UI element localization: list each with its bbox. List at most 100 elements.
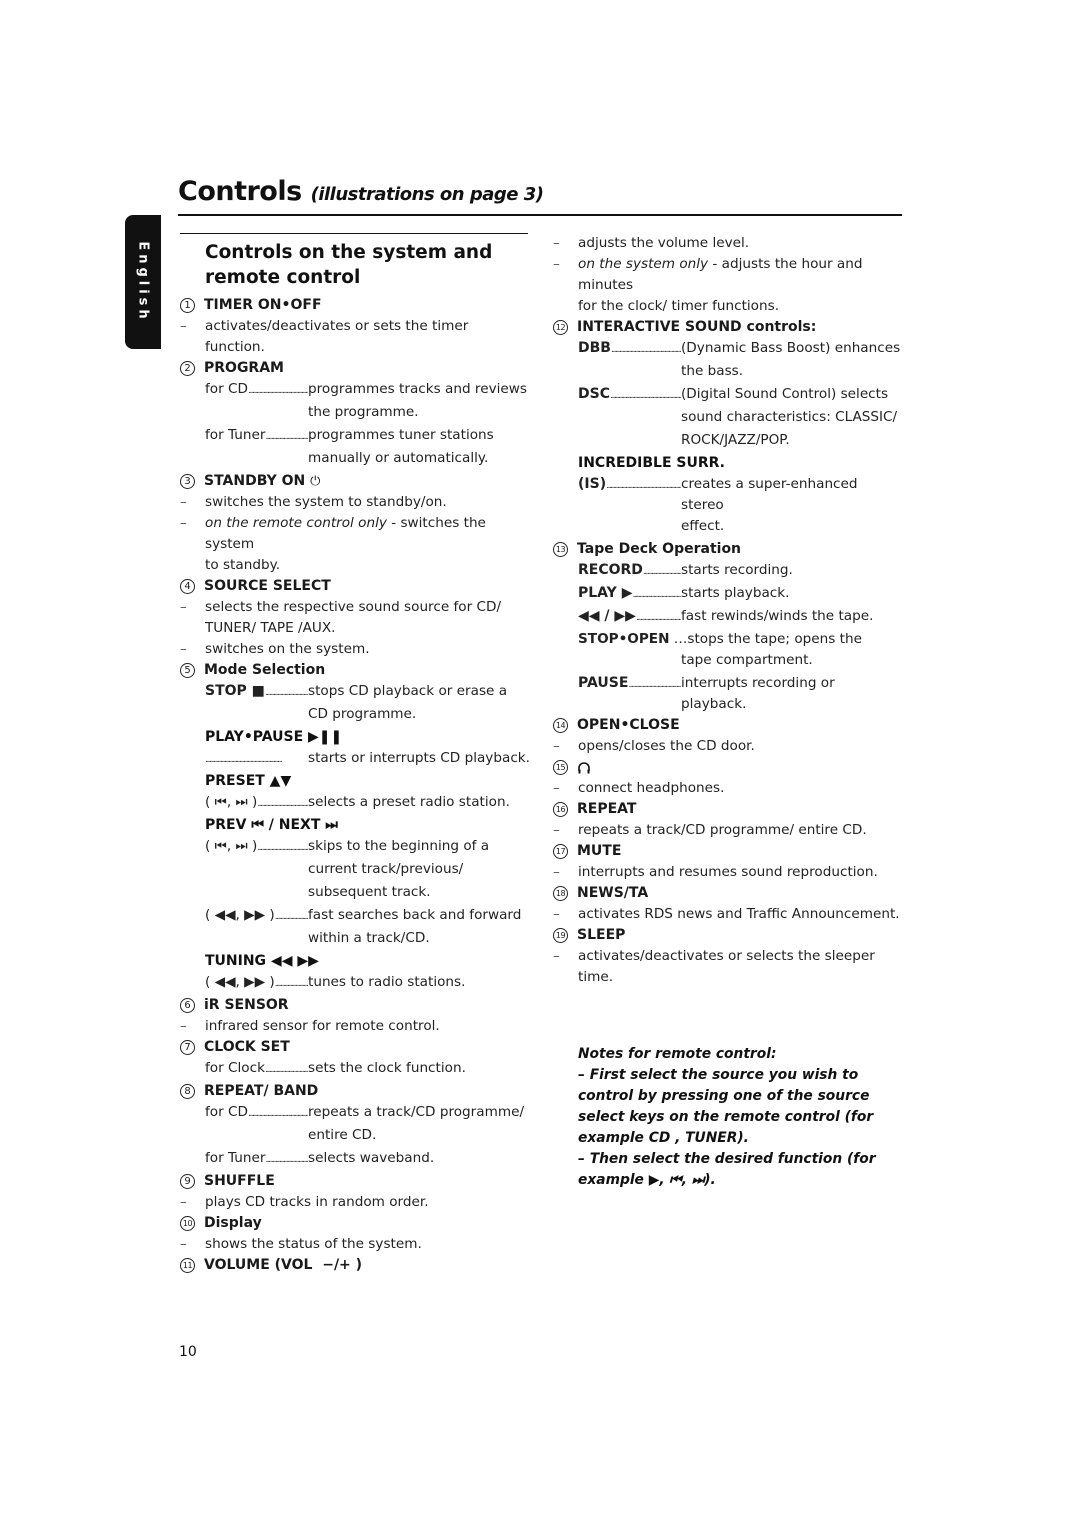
dash: – — [180, 1236, 187, 1252]
item-interactive-sound: 12 INTERACTIVE SOUND controls: DBB (Dynami… — [553, 317, 903, 539]
row-value: subsequent track. — [308, 884, 431, 900]
dash: – — [553, 780, 560, 796]
item-title: TIMER ON•OFF — [204, 297, 322, 313]
item-timer: 1 TIMER ON•OFF – activates/deactivates or … — [180, 295, 530, 358]
row-value: manually or automatically. — [308, 450, 489, 466]
row-value: selects waveband. — [308, 1150, 435, 1166]
row-key: for Tuner — [205, 1148, 308, 1171]
item-headphones: 15 – connect headphones. — [553, 757, 903, 799]
dash: – — [553, 948, 560, 964]
dash: – — [180, 641, 187, 657]
item-desc: opens/closes the CD door. — [578, 738, 755, 754]
item-repeat-band: 8 REPEAT/ BAND for CDrepeats a track/CD p… — [180, 1081, 530, 1171]
item-program: 2 PROGRAM for CDprogrammes tracks and rev… — [180, 358, 530, 471]
item-title: Display — [204, 1215, 262, 1231]
item-display: 10 Display – shows the status of the syste… — [180, 1213, 530, 1255]
language-tab: English — [125, 215, 161, 349]
row-value: programmes tuner stations — [308, 427, 494, 443]
language-tab-label: English — [135, 241, 151, 323]
item-title: PROGRAM — [204, 360, 284, 376]
item-shuffle: 9 SHUFFLE – plays CD tracks in random orde… — [180, 1171, 530, 1213]
row-value: programmes tracks and reviews — [308, 381, 527, 397]
item-number: 17 — [553, 844, 568, 859]
preset-heading: PRESET ▲▼ — [205, 773, 292, 789]
item-desc: connect headphones. — [578, 780, 725, 796]
item-volume: 11 VOLUME (VOL −/+ ) — [180, 1255, 530, 1276]
item-number: 12 — [553, 320, 568, 335]
item-title: CLOCK SET — [204, 1039, 290, 1055]
item-number: 14 — [553, 718, 568, 733]
title-rule — [178, 214, 902, 216]
row-value: entire CD. — [308, 1127, 377, 1143]
notes-line: – Then select the desired function (for … — [578, 1151, 876, 1188]
item-desc: interrupts and resumes sound reproductio… — [578, 864, 878, 880]
item-clock-set: 7 CLOCK SET for Clocksets the clock funct… — [180, 1037, 530, 1081]
item-desc: plays CD tracks in random order. — [205, 1194, 429, 1210]
notes-title: Notes for remote control: — [578, 1046, 777, 1062]
item-ir-sensor: 6 iR SENSOR – infrared sensor for remote c… — [180, 995, 530, 1037]
item-desc: infrared sensor for remote control. — [205, 1018, 440, 1034]
item-title: iR SENSOR — [204, 997, 289, 1013]
item-title: MUTE — [577, 843, 622, 859]
row-value: starts or interrupts CD playback. — [308, 750, 530, 766]
play-pause-heading: PLAY•PAUSE ▶❚❚ — [205, 729, 343, 745]
item-title: SOURCE SELECT — [204, 578, 331, 594]
section-rule — [180, 233, 528, 234]
item-source-select: 4 SOURCE SELECT – selects the respective s… — [180, 576, 530, 660]
dash: – — [180, 599, 187, 615]
item-number: 2 — [180, 361, 195, 376]
item-title: Mode Selection — [204, 662, 326, 678]
tuning-heading: TUNING ◀◀ ▶▶ — [205, 953, 319, 969]
item-desc: to standby. — [205, 557, 281, 573]
dash: – — [553, 235, 560, 251]
item-desc: selects the respective sound source for … — [205, 599, 502, 615]
dash: – — [553, 738, 560, 754]
item-desc: activates RDS news and Traffic Announcem… — [578, 906, 900, 922]
item-title: INTERACTIVE SOUND controls: — [577, 319, 817, 335]
item-desc: repeats a track/CD programme/ entire CD. — [578, 822, 867, 838]
right-column: – adjusts the volume level. – on the syste… — [553, 233, 903, 988]
row-value: selects a preset radio station. — [308, 794, 510, 810]
item-desc: switches on the system. — [205, 641, 370, 657]
stop-key: STOP ■ — [205, 683, 265, 699]
row-value: stops CD playback or erase a — [308, 683, 508, 699]
item-number: 3 — [180, 474, 195, 489]
dash: – — [553, 906, 560, 922]
item-title: OPEN•CLOSE — [577, 717, 680, 733]
item-title: Tape Deck Operation — [577, 541, 742, 557]
row-value: (Digital Sound Control) selects — [681, 386, 889, 402]
row-value: sound characteristics: CLASSIC/ — [681, 409, 898, 425]
item-number: 4 — [180, 579, 195, 594]
item-number: 16 — [553, 802, 568, 817]
prev-next-heading: PREV ⏮ / NEXT ⏭ — [205, 817, 338, 833]
section-title: Controls on the system and remote control — [205, 242, 493, 288]
row-value: the bass. — [681, 363, 744, 379]
item-number: 15 — [553, 760, 568, 775]
dash: – — [180, 1018, 187, 1034]
item-number: 7 — [180, 1040, 195, 1055]
row-key: for Tuner — [205, 425, 308, 448]
row-value: fast rewinds/winds the tape. — [681, 608, 874, 624]
item-number: 11 — [180, 1258, 195, 1273]
row-value: ROCK/JAZZ/POP. — [681, 432, 790, 448]
item-desc-italic: on the system only — [578, 256, 709, 272]
headphones-icon — [578, 761, 590, 773]
row-value: starts recording. — [681, 562, 793, 578]
left-column: Controls on the system and remote control… — [180, 233, 530, 1276]
row-value: fast searches back and forward — [308, 907, 522, 923]
item-number: 5 — [180, 663, 195, 678]
item-number: 6 — [180, 998, 195, 1013]
incredible-surround-heading: INCREDIBLE SURR. — [578, 455, 725, 471]
item-desc: adjusts the volume level. — [578, 235, 750, 251]
pause-key: PAUSE — [578, 675, 629, 691]
dash: – — [553, 864, 560, 880]
row-key: for CD — [205, 1102, 308, 1125]
rewind-forward-key: ◀◀ / ▶▶ — [578, 608, 636, 624]
row-value: effect. — [681, 518, 725, 534]
dash: – — [180, 1194, 187, 1210]
row-key: ( ⏮, ⏭ ) — [205, 836, 308, 859]
dbb-key: DBB — [578, 340, 611, 356]
item-number: 8 — [180, 1084, 195, 1099]
page-number: 10 — [179, 1344, 197, 1360]
power-icon: ⏻ — [310, 474, 321, 489]
